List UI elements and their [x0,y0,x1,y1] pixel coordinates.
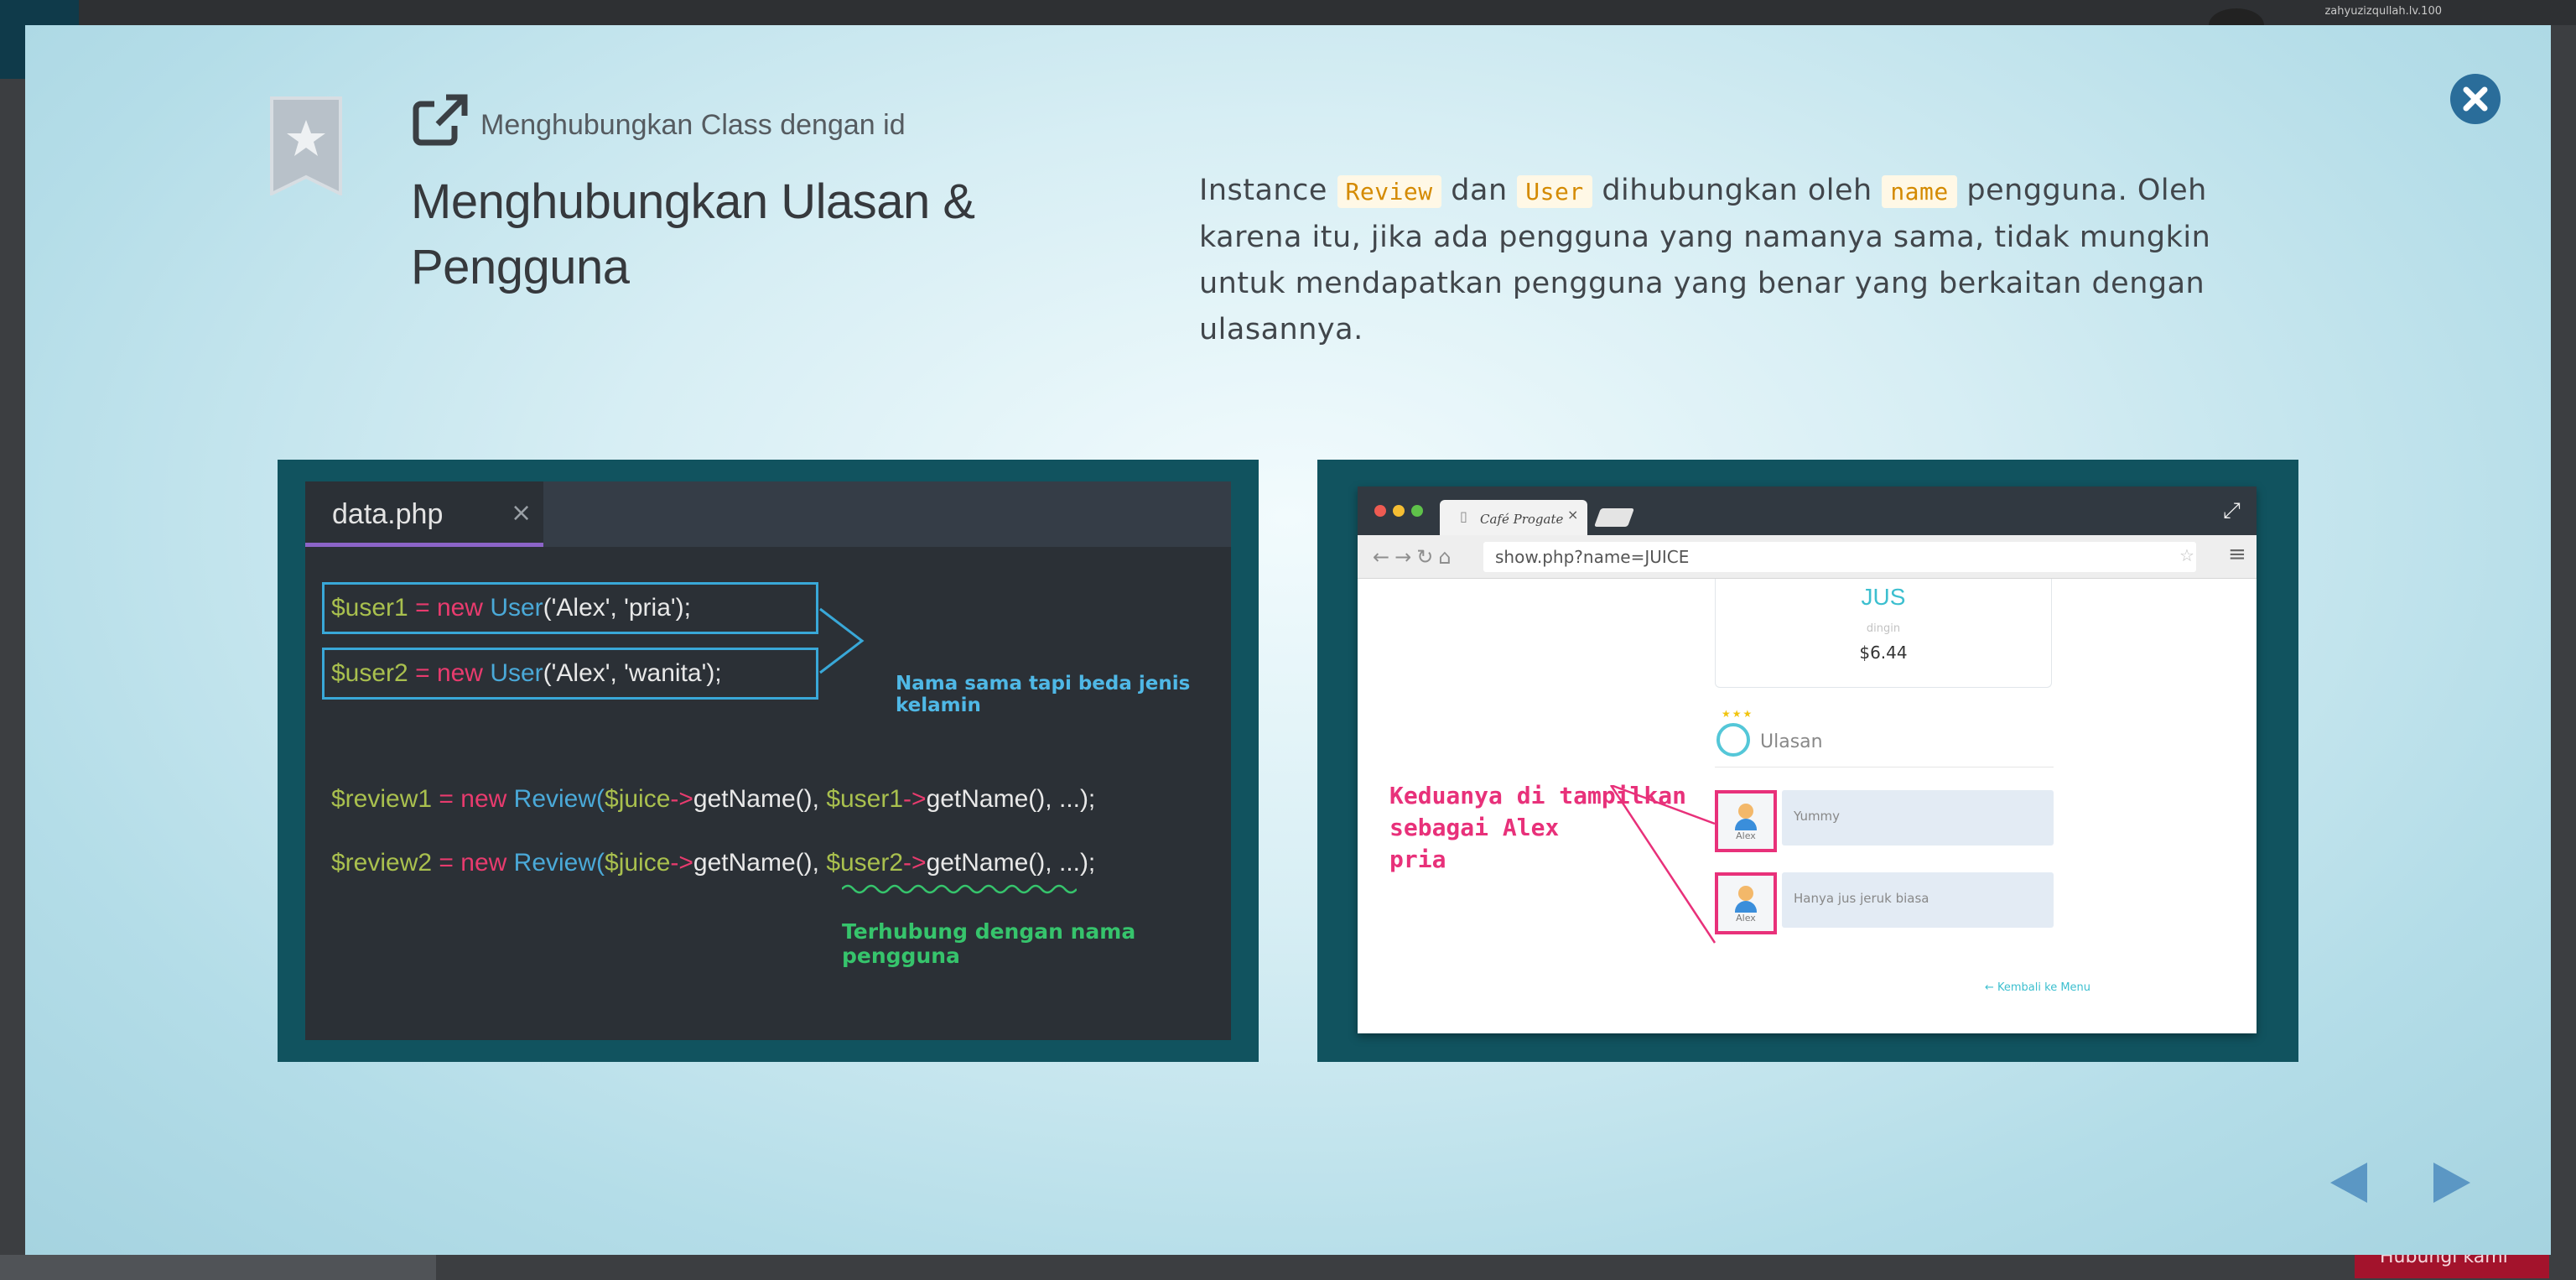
bookmark-star-icon[interactable] [268,96,344,195]
window-maximize-dot [1411,505,1423,517]
slide-description: Instance Review dan User dihubungkan ole… [1199,174,2211,346]
review-chat-icon [1716,723,1750,757]
browser-tab-close-icon: × [1567,507,1579,523]
editor-tab: data.php × [305,481,543,547]
code-line: $review2 = new Review($juice->getName(),… [331,849,1096,877]
window-minimize-dot [1393,505,1405,517]
back-to-menu-link: ← Kembali ke Menu [1984,981,2091,994]
app-topbar [0,0,2576,25]
bookmark-icon: ☆ [2179,545,2194,565]
code-line: $user1 = new User('Alex', 'pria'); [331,594,691,622]
editor-tab-name: data.php [332,498,444,530]
browser-tab: ▯ Café Progate × [1440,500,1587,535]
page-icon: ▯ [1460,508,1467,524]
code-line: $review1 = new Review($juice->getName(),… [331,785,1096,813]
review-user: Alex [1736,830,1756,841]
avatar-body-icon [1735,819,1757,830]
new-tab-button [1593,508,1635,527]
external-link-icon [413,94,468,146]
slide-modal: Menghubungkan Class dengan id Menghubung… [25,25,2551,1255]
product-card: JUS dingin $6.44 [1715,579,2052,688]
menu-icon: ≡ [2228,542,2246,567]
bracket-arrow [819,607,865,674]
code-illustration: data.php × Nama sama tapi beda jenis kel… [278,460,1259,1062]
avatar-body-icon [1735,901,1757,913]
annotation-linked-by-name: Terhubung dengan nama pengguna [842,919,1136,968]
window-close-dot [1374,505,1386,517]
product-name: JUS [1861,584,1906,610]
review-item: Alex Yummy [1715,790,2054,852]
editor-tabbar: data.php × [305,481,1231,547]
annotation-same-name: Nama sama tapi beda jenis kelamin [896,673,1191,716]
wavy-underline [842,884,1077,894]
editor-tab-close-icon: × [511,498,532,528]
avatar-face-icon [1738,886,1753,901]
browser-addressbar: ←→↻⌂ show.php?name=JUICE ☆ ≡ [1358,535,2257,579]
browser-window: ▯ Café Progate × ⤢ ←→↻⌂ show.php?name=JU… [1358,487,2257,1033]
product-subtitle: dingin [1866,622,1901,635]
code-user: User [1517,175,1592,208]
stars-icon: ★★★ [1722,708,1754,720]
code-line: $user2 = new User('Alex', 'wanita'); [331,659,722,687]
next-slide-icon[interactable] [2430,1159,2474,1206]
horizontal-scrollbar[interactable] [0,1255,436,1280]
browser-url: show.php?name=JUICE [1483,542,2196,572]
review-avatar: Alex [1715,790,1777,852]
code-name: name [1882,175,1957,208]
code-review: Review [1337,175,1441,208]
review-text: Yummy [1782,790,2054,846]
review-text: Hanya jus jeruk biasa [1782,872,2054,928]
prev-slide-icon[interactable] [2327,1159,2371,1206]
review-item: Alex Hanya jus jeruk biasa [1715,872,2054,934]
close-icon[interactable] [2449,72,2502,126]
product-price: $6.44 [1859,643,1908,663]
slide-title: Menghubungkan Ulasan & Pengguna [411,174,975,294]
code-editor: data.php × Nama sama tapi beda jenis kel… [305,481,1231,1040]
browser-tab-label: Café Progate [1480,512,1564,527]
annotation-both-alex: Keduanya di tampilkan sebagai Alex pria [1389,782,1687,873]
review-user: Alex [1736,913,1756,924]
browser-nav-icons: ←→↻⌂ [1373,545,1457,569]
expand-icon: ⤢ [2223,498,2241,523]
browser-illustration: ▯ Café Progate × ⤢ ←→↻⌂ show.php?name=JU… [1317,460,2298,1062]
slide-subtitle: Menghubungkan Class dengan id [480,109,906,141]
review-avatar: Alex [1715,872,1777,934]
browser-tabbar: ▯ Café Progate × ⤢ [1358,487,2257,535]
reviews-title: Ulasan [1760,731,1823,752]
avatar-face-icon [1738,804,1753,819]
user-name[interactable]: zahyuzizqullah.lv.100 [2324,5,2442,18]
